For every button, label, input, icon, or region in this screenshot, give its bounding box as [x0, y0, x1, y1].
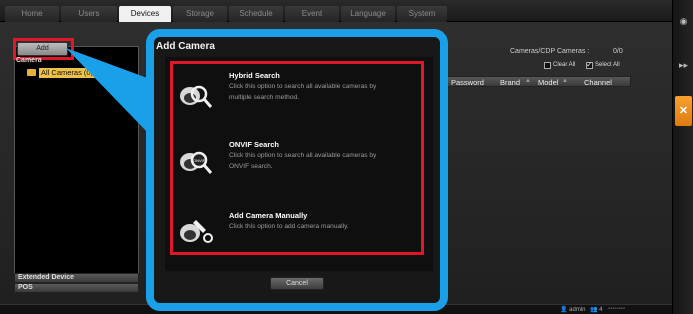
status-user-name: admin [569, 307, 586, 313]
add-camera-manually-icon[interactable] [176, 216, 214, 246]
status-indicator: ▪▪▪▪▪▪▪▪ [608, 306, 626, 312]
tab-event[interactable]: Event [285, 6, 339, 22]
onvif-search-title[interactable]: ONVIF Search [229, 140, 279, 149]
camera-header: Camera [16, 57, 42, 64]
column-brand[interactable]: Brand [500, 78, 520, 87]
tab-language[interactable]: Language [341, 6, 395, 22]
sort-brand-icon[interactable]: ▲ [525, 78, 531, 84]
folder-icon [27, 69, 36, 76]
onvif-search-icon[interactable]: ONVIF [176, 146, 214, 176]
tools-icon[interactable]: ✕ [675, 96, 692, 126]
expand-arrows-icon[interactable]: ▸▸ [676, 58, 691, 73]
tree-item-all-cameras[interactable]: All Cameras (0) [39, 68, 96, 78]
status-count: 👥 4 [590, 307, 603, 313]
status-count-value: 4 [599, 307, 603, 313]
column-password[interactable]: Password [451, 78, 484, 87]
column-channel[interactable]: Channel [584, 78, 612, 87]
top-nav: Home Users Devices Storage Schedule Even… [0, 0, 693, 22]
dialog-title: Add Camera [156, 41, 215, 52]
clear-all-label[interactable]: Clear All [553, 62, 575, 68]
tab-system[interactable]: System [397, 6, 447, 22]
select-all-checkbox[interactable] [586, 60, 593, 69]
select-all-label[interactable]: Select All [595, 62, 620, 68]
camera-tree-panel [14, 46, 139, 292]
svg-text:ONVIF: ONVIF [193, 158, 206, 163]
status-user: 👤 admin [560, 307, 586, 313]
hybrid-search-title[interactable]: Hybrid Search [229, 71, 280, 80]
table-header: Password Brand ▲ Model ▲ Channel [447, 76, 631, 87]
hybrid-search-icon[interactable] [176, 80, 214, 110]
clear-all-checkbox[interactable] [544, 62, 551, 69]
add-camera-manually-title[interactable]: Add Camera Manually [229, 211, 307, 220]
extended-device-bar[interactable]: Extended Device [14, 273, 139, 283]
column-model[interactable]: Model [538, 78, 558, 87]
settings-circle-icon[interactable]: ◉ [676, 14, 691, 29]
tab-devices[interactable]: Devices [119, 6, 171, 22]
tab-home[interactable]: Home [5, 6, 59, 22]
pos-bar[interactable]: POS [14, 283, 139, 293]
sort-model-icon[interactable]: ▲ [562, 78, 568, 84]
cameras-count-value: 0/0 [613, 48, 623, 55]
cancel-button[interactable]: Cancel [270, 277, 324, 290]
right-toolbar: ◉ ▸▸ ✕ [672, 0, 693, 314]
add-camera-manually-desc: Click this option to add camera manually… [229, 223, 349, 230]
hybrid-search-desc: Click this option to search all availabl… [229, 83, 377, 101]
tab-storage[interactable]: Storage [173, 6, 227, 22]
tab-schedule[interactable]: Schedule [229, 6, 283, 22]
cameras-count-label: Cameras/CDP Cameras : [510, 48, 590, 55]
tab-users[interactable]: Users [61, 6, 117, 22]
onvif-search-desc: Click this option to search all availabl… [229, 152, 377, 170]
